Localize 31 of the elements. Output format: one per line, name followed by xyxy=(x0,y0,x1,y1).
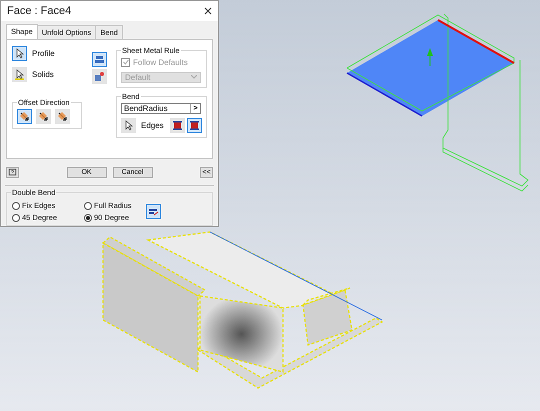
swap-icon xyxy=(94,70,104,82)
face-option-button[interactable] xyxy=(92,52,106,67)
select-button[interactable] xyxy=(121,118,136,133)
select-button[interactable] xyxy=(12,46,27,61)
cursor-icon xyxy=(123,120,134,131)
help-button[interactable] xyxy=(6,167,19,178)
offset-arrow-icon xyxy=(57,110,68,122)
offset-arrow-icon xyxy=(38,110,49,122)
cursor-icon xyxy=(14,68,25,80)
offset-direction-button[interactable] xyxy=(55,108,70,124)
select-button[interactable] xyxy=(12,66,27,82)
option-label: Edges xyxy=(141,120,164,130)
double-bend-button[interactable] xyxy=(146,204,161,219)
cursor-icon xyxy=(14,48,25,59)
offset-arrow-icon xyxy=(19,110,30,122)
bend-extent-icon xyxy=(189,120,200,131)
check-icon xyxy=(122,59,128,66)
bend-extent-button[interactable] xyxy=(170,118,185,133)
face-option-button[interactable] xyxy=(92,68,106,84)
help-icon xyxy=(8,168,17,177)
bend-extent-button[interactable] xyxy=(187,118,202,133)
offset-direction-button[interactable] xyxy=(17,108,32,124)
bend-extent-icon xyxy=(172,120,183,131)
bend-relief-icon xyxy=(148,206,159,217)
offset-direction-button[interactable] xyxy=(36,108,51,124)
close-icon[interactable] xyxy=(204,6,212,15)
stacked-plates-icon xyxy=(94,54,104,65)
option-label: Profile xyxy=(32,48,55,58)
window-title: Face : Face4 xyxy=(7,4,72,17)
option-label: Solids xyxy=(32,70,54,79)
caret-icon xyxy=(191,75,197,80)
